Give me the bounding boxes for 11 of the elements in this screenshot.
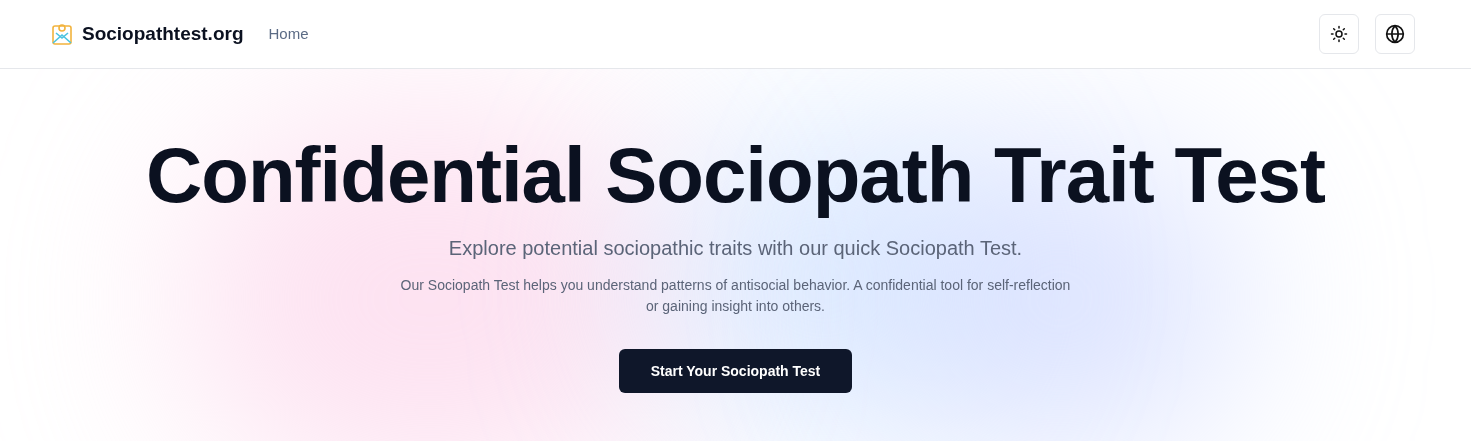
- start-test-button[interactable]: Start Your Sociopath Test: [618, 349, 853, 393]
- hero-subtitle: Explore potential sociopathic traits with our quick Sociopath Test.: [448, 236, 1023, 261]
- theme-toggle-button[interactable]: [1319, 14, 1359, 54]
- nav-link[interactable]: Home: [268, 22, 309, 46]
- hero-title: Confidential Sociopath Trait Test: [146, 131, 1325, 219]
- language-button[interactable]: [1375, 14, 1415, 54]
- globe-icon: [1385, 24, 1405, 44]
- hero-description: Our Sociopath Test helps you understand patterns of antisocial behavior. A confidential tool for self-reflection or gaining insight into others.: [399, 276, 1072, 316]
- sun-icon: [1330, 25, 1348, 43]
- site-name[interactable]: Sociopathtest.org: [82, 19, 244, 49]
- logo-icon: [52, 23, 72, 45]
